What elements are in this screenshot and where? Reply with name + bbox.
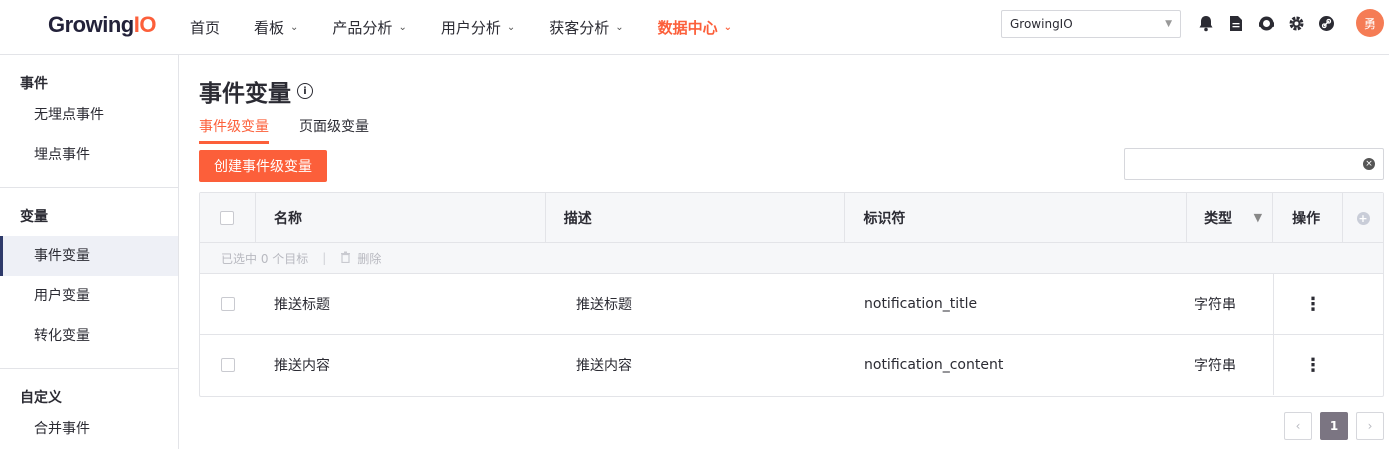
avatar[interactable]: 勇 — [1356, 9, 1384, 37]
link-icon[interactable] — [1316, 13, 1336, 33]
tab-event-level-variables[interactable]: 事件级变量 — [199, 116, 269, 144]
chevron-down-icon: ⌄ — [723, 21, 733, 33]
project-select[interactable]: GrowingIO ▼ — [1001, 10, 1181, 38]
table-header: 名称 描述 标识符 类型 ▼ 操作 + — [200, 193, 1383, 243]
sidebar-group-custom: 自定义 — [20, 390, 62, 406]
filter-icon[interactable]: ▼ — [1254, 211, 1262, 224]
chevron-down-icon: ▼ — [1165, 19, 1172, 29]
sidebar-group-variables: 变量 — [20, 209, 48, 225]
info-icon[interactable]: i — [297, 83, 313, 99]
column-header-actions: 操作 — [1273, 193, 1344, 243]
cell-type: 字符串 — [1188, 274, 1274, 334]
cell-identifier: notification_content — [864, 357, 1004, 373]
search-input[interactable] — [1125, 149, 1355, 179]
sidebar-item-merged-events[interactable]: 合并事件 — [0, 409, 178, 449]
more-actions-icon[interactable]: ⋮ — [1274, 274, 1344, 334]
variables-table: 名称 描述 标识符 类型 ▼ 操作 + 已选中 0 个目标 | 删除 推送标题 … — [199, 192, 1384, 397]
sidebar-item-user-variables[interactable]: 用户变量 — [0, 276, 178, 316]
selection-count: 已选中 0 个目标 — [221, 251, 309, 266]
select-all-checkbox[interactable] — [220, 211, 235, 225]
sidebar-item-event-variables[interactable]: 事件变量 — [0, 236, 178, 276]
nav-product-analysis[interactable]: 产品分析 ⌄ — [332, 17, 406, 38]
search-box: × — [1124, 148, 1384, 180]
sidebar-item-autotrack-events[interactable]: 无埋点事件 — [0, 95, 178, 135]
row-select-cell — [200, 335, 256, 395]
row-checkbox[interactable] — [221, 358, 235, 372]
cell-description: 推送标题 — [576, 297, 632, 313]
chevron-down-icon: ⌄ — [615, 21, 624, 33]
clear-icon[interactable]: × — [1363, 158, 1375, 170]
delete-button[interactable]: 删除 — [357, 250, 381, 267]
tab-page-level-variables[interactable]: 页面级变量 — [299, 116, 369, 144]
more-actions-icon[interactable]: ⋮ — [1274, 335, 1344, 395]
table-row[interactable]: 推送内容 推送内容 notification_content 字符串 ⋮ — [200, 335, 1383, 396]
nav-data-center[interactable]: 数据中心 ⌄ — [658, 17, 732, 38]
page-button-current[interactable]: 1 — [1320, 412, 1348, 440]
chevron-down-icon: ⌄ — [290, 21, 299, 33]
row-checkbox[interactable] — [221, 297, 235, 311]
cell-description: 推送内容 — [576, 358, 632, 374]
cell-type: 字符串 — [1188, 335, 1274, 395]
trash-icon — [340, 251, 351, 266]
create-event-variable-button[interactable]: 创建事件级变量 — [199, 150, 327, 182]
variable-tabs: 事件级变量 页面级变量 — [199, 116, 399, 144]
top-navbar: GrowingIO 首页 看板 ⌄ 产品分析 ⌄ 用户分析 ⌄ 获客分析 ⌄ 数据中心 ⌄… — [0, 0, 1389, 55]
next-page-button[interactable]: › — [1356, 412, 1384, 440]
cell-name: 推送标题 — [274, 297, 330, 313]
support-headset-icon[interactable] — [1256, 13, 1276, 33]
chevron-down-icon: ⌄ — [398, 21, 407, 33]
page-title: 事件变量 i — [199, 74, 313, 108]
separator: | — [322, 251, 327, 265]
growingio-logo[interactable]: GrowingIO — [48, 12, 156, 38]
header-select-cell — [200, 193, 256, 243]
table-row[interactable]: 推送标题 推送标题 notification_title 字符串 ⋮ — [200, 274, 1383, 335]
gear-icon[interactable] — [1286, 13, 1306, 33]
top-icons — [1196, 13, 1346, 33]
sidebar-group-events: 事件 — [20, 76, 48, 92]
column-header-identifier[interactable]: 标识符 — [845, 193, 1188, 243]
sidebar: 事件 无埋点事件 埋点事件 变量 事件变量 用户变量 转化变量 自定义 合并事件 — [0, 55, 179, 449]
cell-identifier: notification_title — [864, 296, 978, 312]
nav-home[interactable]: 首页 — [190, 17, 220, 38]
nav-dashboard[interactable]: 看板 ⌄ — [254, 17, 298, 38]
nav-acquisition-analysis[interactable]: 获客分析 ⌄ — [549, 17, 623, 38]
nav-user-analysis[interactable]: 用户分析 ⌄ — [441, 17, 515, 38]
main-nav: 首页 看板 ⌄ 产品分析 ⌄ 用户分析 ⌄ 获客分析 ⌄ 数据中心 ⌄ — [190, 0, 766, 54]
pagination: ‹ 1 › — [1284, 412, 1384, 440]
column-header-description[interactable]: 描述 — [546, 193, 846, 243]
add-column-icon[interactable]: + — [1356, 211, 1370, 225]
prev-page-button[interactable]: ‹ — [1284, 412, 1312, 440]
column-header-name[interactable]: 名称 — [256, 193, 546, 243]
column-header-type[interactable]: 类型 ▼ — [1187, 193, 1274, 243]
chevron-down-icon: ⌄ — [506, 21, 516, 33]
sidebar-item-custom-events[interactable]: 埋点事件 — [0, 135, 178, 175]
sidebar-item-conversion-variables[interactable]: 转化变量 — [0, 316, 178, 356]
column-settings-cell: + — [1343, 193, 1383, 243]
cell-name: 推送内容 — [274, 358, 330, 374]
row-select-cell — [200, 274, 256, 334]
bell-icon[interactable] — [1196, 13, 1216, 33]
selection-bar: 已选中 0 个目标 | 删除 — [200, 243, 1383, 274]
document-icon[interactable] — [1226, 13, 1246, 33]
